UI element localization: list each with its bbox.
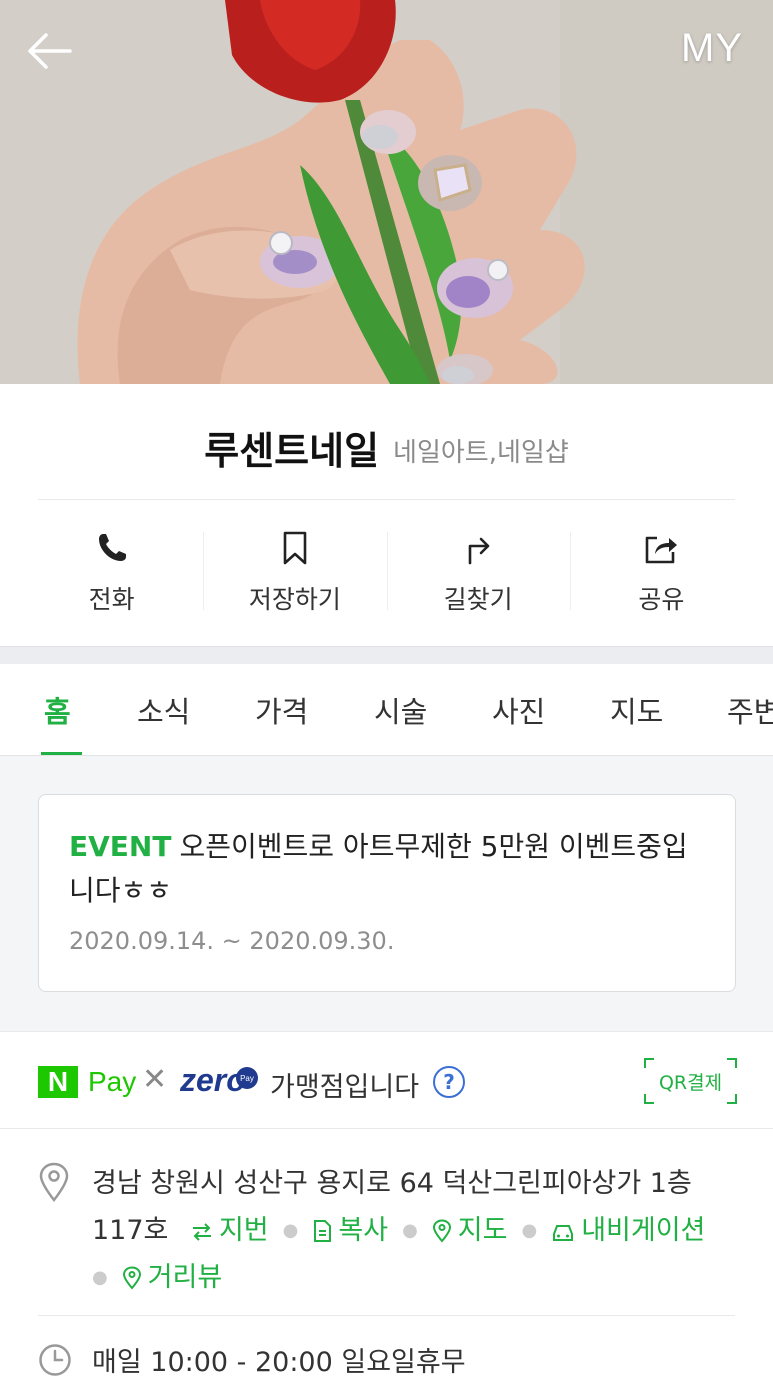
nail-art-photo [0,0,773,384]
location-pin-icon [39,1162,69,1202]
npay-logo: N [38,1066,78,1098]
event-card[interactable]: EVENT 오픈이벤트로 아트무제한 5만원 이벤트중입니다ㅎㅎ 2020.09.… [38,794,736,992]
separator-dot: ● [92,1267,108,1288]
pay-member-text: 가맹점입니다 [270,1072,420,1103]
qr-corner [727,1094,737,1104]
help-icon[interactable]: ? [433,1066,465,1098]
directions-button[interactable]: 길찾기 [386,500,570,646]
copy-label: 복사 [338,1215,389,1246]
directions-label: 길찾기 [443,585,513,614]
place-detail-page: MY 루센트네일 네일아트,네일샵 전화 저장하기 길찾기 공유 홈 소식 가격… [0,0,773,1393]
copy-icon [314,1220,332,1242]
separator-dot: ● [402,1220,418,1241]
action-bar: 전화 저장하기 길찾기 공유 [20,500,753,646]
save-label: 저장하기 [248,585,341,614]
section-gap [0,646,773,664]
share-label: 공유 [638,585,685,614]
map-link[interactable]: 지도 [432,1215,508,1246]
car-icon [553,1225,574,1241]
qr-corner [727,1058,737,1068]
arrow-left-icon [28,33,72,69]
qr-pay-label: QR결제 [658,1072,723,1094]
jibun-label: 지번 [218,1215,269,1246]
tab-nearby[interactable]: 주변 [727,664,773,756]
streetview-icon [122,1266,141,1290]
business-hours[interactable]: 매일 10:00 - 20:00 일요일휴무 [92,1340,466,1379]
tab-photo[interactable]: 사진 [492,664,545,756]
npay-text: Pay [88,1066,137,1097]
share-button[interactable]: 공유 [569,500,753,646]
my-button[interactable]: MY [681,26,743,71]
event-tag: EVENT [69,830,172,863]
swap-icon [192,1223,211,1241]
navigation-link[interactable]: 내비게이션 [551,1215,705,1246]
streetview-link[interactable]: 거리뷰 [122,1262,223,1293]
call-label: 전화 [88,585,135,614]
tab-map[interactable]: 지도 [610,664,663,756]
event-date: 2020.09.14. ~ 2020.09.30. [69,927,395,955]
jibun-link[interactable]: 지번 [191,1215,269,1246]
tab-home[interactable]: 홈 [44,664,71,756]
separator-dot: ● [521,1220,538,1241]
share-icon [646,536,678,564]
pin-icon [432,1219,451,1243]
map-label: 지도 [457,1215,508,1246]
tab-treatment[interactable]: 시술 [374,664,427,756]
qr-pay-button[interactable]: QR결제 [644,1058,737,1104]
save-button[interactable]: 저장하기 [203,500,386,646]
tab-news[interactable]: 소식 [137,664,190,756]
tab-price[interactable]: 가격 [255,664,308,756]
qr-corner [644,1094,654,1104]
tab-bar: 홈 소식 가격 시술 사진 지도 주변 [0,664,773,756]
divider [38,1315,735,1316]
separator-dot: ● [282,1220,299,1241]
bookmark-icon [283,531,307,565]
pay-row: N Pay ✕ zero Pay 가맹점입니다 ? QR결제 [0,1031,773,1129]
event-text: EVENT 오픈이벤트로 아트무제한 5만원 이벤트중입니다ㅎㅎ [69,825,705,913]
clock-icon [39,1344,71,1376]
place-category: 네일아트,네일샵 [393,437,569,468]
navigation-label: 내비게이션 [581,1215,706,1246]
qr-corner [644,1058,654,1068]
times-icon: ✕ [142,1062,168,1097]
streetview-label: 거리뷰 [147,1262,223,1293]
hero-photo[interactable]: MY [0,0,773,384]
address-block: 경남 창원시 성산구 용지로 64 덕산그린피아상가 1층 117호 지번 ● 복사… [92,1160,742,1301]
place-name: 루센트네일 [204,428,380,473]
place-title-row: 루센트네일 네일아트,네일샵 [0,384,773,500]
active-tab-indicator [41,752,82,755]
directions-icon [468,537,490,565]
back-button[interactable] [24,26,74,76]
zeropay-badge: Pay [236,1067,258,1089]
copy-link[interactable]: 복사 [312,1215,388,1246]
phone-icon [98,534,126,561]
call-button[interactable]: 전화 [20,500,203,646]
